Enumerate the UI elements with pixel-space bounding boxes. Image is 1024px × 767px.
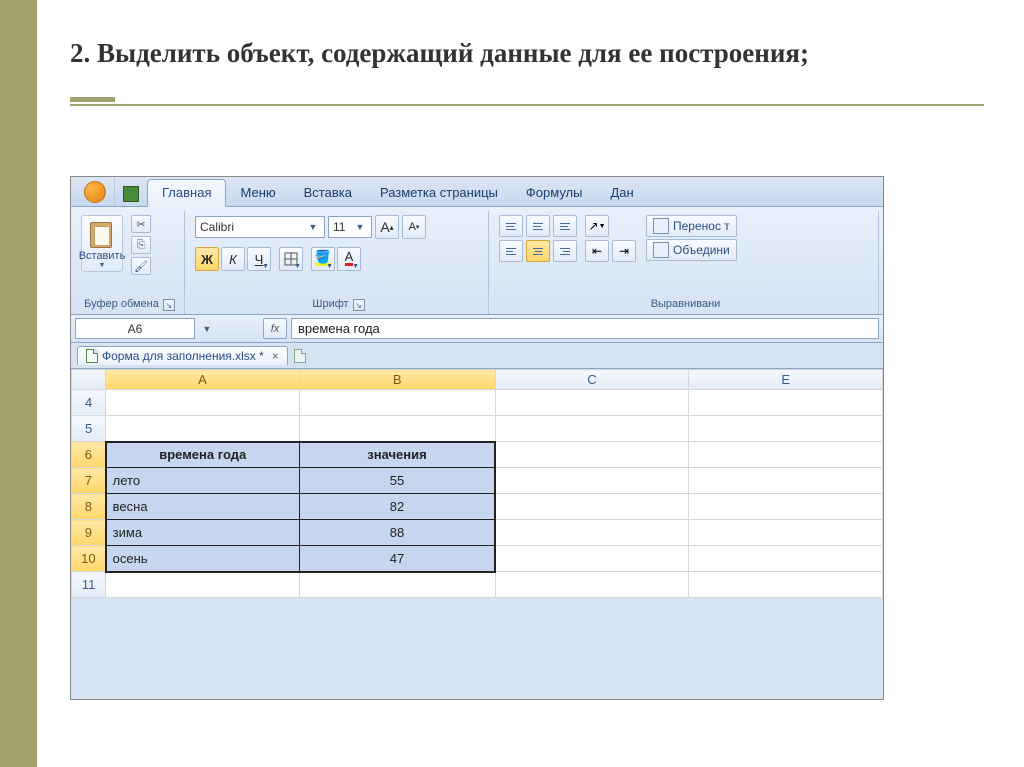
shrink-font-button[interactable]: A▾ [402,215,426,239]
cut-button[interactable]: ✂ [131,215,151,233]
tab-page-layout[interactable]: Разметка страницы [366,180,512,206]
workbook-icon [86,349,98,363]
col-header-b[interactable]: B [299,370,495,390]
bold-button[interactable]: Ж [195,247,219,271]
align-top-button[interactable] [499,215,523,237]
row-header-8[interactable]: 8 [72,494,106,520]
name-box-value: А6 [128,322,143,336]
workbook-tab-label: Форма для заполнения.xlsx * [102,349,264,363]
cell-a6[interactable]: времена года [106,442,300,468]
tab-data[interactable]: Дан [596,180,647,206]
font-size-combo[interactable]: 11 ▼ [328,216,372,238]
font-size-value: 11 [333,220,353,234]
underline-button[interactable]: Ч▼ [247,247,271,271]
font-group-label: Шрифт [312,296,348,314]
decrease-indent-button[interactable]: ⇤ [585,240,609,262]
col-header-c[interactable]: C [495,370,689,390]
wrap-text-button[interactable]: Перенос т [646,215,737,237]
office-orb-icon [84,181,106,203]
row-header-9[interactable]: 9 [72,520,106,546]
row-header-4[interactable]: 4 [72,390,106,416]
cell-b6[interactable]: значения [299,442,495,468]
office-button[interactable] [75,178,115,206]
clipboard-group-label: Буфер обмена [84,296,159,314]
align-bottom-button[interactable] [553,215,577,237]
copy-button[interactable]: ⎘ [131,236,151,254]
quick-access-toolbar [115,186,147,206]
cell-a8[interactable]: весна [106,494,300,520]
name-box[interactable]: А6 [75,318,195,339]
tab-formulas[interactable]: Формулы [512,180,597,206]
cell-b10[interactable]: 47 [299,546,495,572]
insert-function-button[interactable]: fx [263,318,287,339]
tab-menu[interactable]: Меню [226,180,289,206]
row-header-6[interactable]: 6 [72,442,106,468]
merge-center-button[interactable]: Объедини [646,239,737,261]
workbook-tab-close[interactable]: × [268,349,279,363]
row-header-11[interactable]: 11 [72,572,106,598]
align-center-button[interactable] [526,240,550,262]
new-tab-icon[interactable] [294,349,306,363]
font-name-value: Calibri [200,220,306,234]
name-box-arrow[interactable]: ▼ [199,324,215,334]
row-header-7[interactable]: 7 [72,468,106,494]
align-middle-button[interactable] [526,215,550,237]
merge-icon [653,242,669,258]
excel-doc-icon [123,186,139,202]
row-header-5[interactable]: 5 [72,416,106,442]
slide-accent-bar [0,0,37,767]
clipboard-icon [88,218,116,250]
workbook-tab[interactable]: Форма для заполнения.xlsx * × [77,346,288,365]
tab-insert[interactable]: Вставка [290,180,366,206]
ribbon-tabs: Главная Меню Вставка Разметка страницы Ф… [71,177,883,207]
align-right-button[interactable] [553,240,577,262]
formula-bar: А6 ▼ fx времена года [71,315,883,343]
formula-input-value: времена года [298,321,380,336]
row-header-10[interactable]: 10 [72,546,106,572]
excel-window: Главная Меню Вставка Разметка страницы Ф… [70,176,884,700]
fill-color-button[interactable]: 🪣▼ [311,247,335,271]
alignment-group-label: Выравнивани [499,296,872,314]
paste-label: Вставить [79,250,126,262]
grow-font-button[interactable]: A▴ [375,215,399,239]
borders-button[interactable]: ▼ [279,247,303,271]
orientation-button[interactable]: ↗▼ [585,215,609,237]
italic-button[interactable]: К [221,247,245,271]
cell-b9[interactable]: 88 [299,520,495,546]
cell-b8[interactable]: 82 [299,494,495,520]
clipboard-dialog-launcher[interactable]: ↘ [163,299,175,311]
font-dialog-launcher[interactable]: ↘ [353,299,365,311]
format-painter-button[interactable]: 🖌 [131,257,151,275]
ribbon: Вставить ▼ ✂ ⎘ 🖌 Буфер обмена ↘ [71,207,883,315]
workbook-tab-bar: Форма для заполнения.xlsx * × [71,343,883,369]
wrap-icon [653,218,669,234]
cell-a10[interactable]: осень [106,546,300,572]
title-underline [70,89,984,106]
col-header-a[interactable]: A [106,370,300,390]
paste-button[interactable]: Вставить ▼ [81,215,123,272]
align-left-button[interactable] [499,240,523,262]
cell-a7[interactable]: лето [106,468,300,494]
increase-indent-button[interactable]: ⇥ [612,240,636,262]
wrap-label: Перенос т [673,219,730,233]
font-name-combo[interactable]: Calibri ▼ [195,216,325,238]
slide-title: 2. Выделить объект, содержащий данные дл… [70,35,984,71]
font-color-button[interactable]: A▼ [337,247,361,271]
select-all-corner[interactable] [72,370,106,390]
tab-home[interactable]: Главная [147,179,226,207]
spreadsheet-grid[interactable]: A B C E 4 5 6 времена года значения [71,369,883,598]
cell-a9[interactable]: зима [106,520,300,546]
formula-input[interactable]: времена года [291,318,879,339]
cell-b7[interactable]: 55 [299,468,495,494]
col-header-e[interactable]: E [689,370,883,390]
merge-label: Объедини [673,243,730,257]
